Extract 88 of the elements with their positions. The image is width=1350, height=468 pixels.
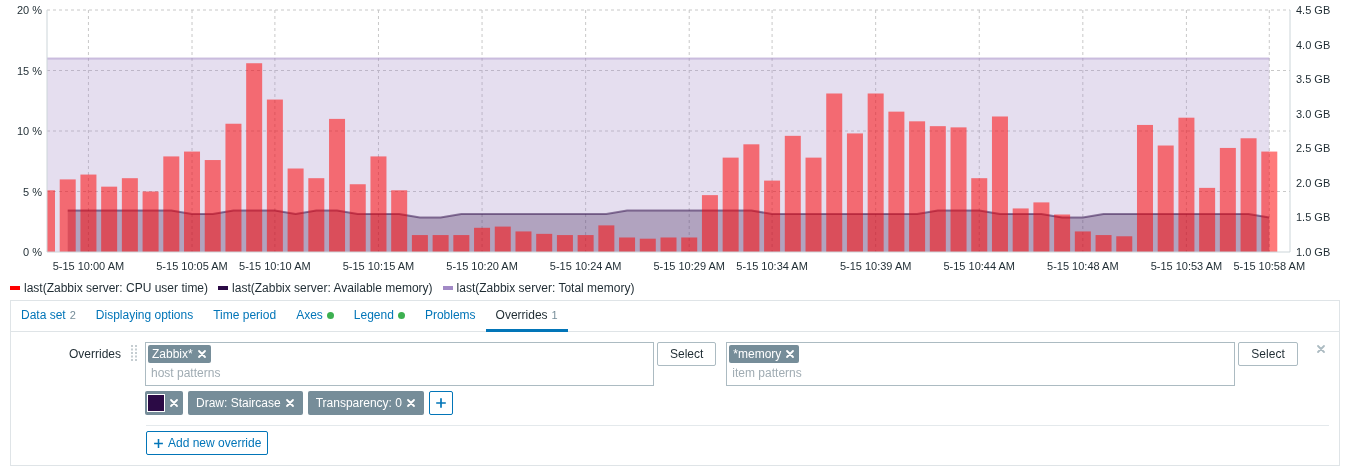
- axis-label: 5-15 10:15 AM: [342, 260, 415, 272]
- axis-label: 4.0 GB: [1296, 38, 1331, 51]
- axis-label: 3.5 GB: [1296, 73, 1331, 86]
- chart-bar: [1095, 235, 1112, 252]
- axis-label: 2.5 GB: [1296, 142, 1331, 155]
- chart-bar: [474, 227, 491, 252]
- drag-handle-icon[interactable]: [131, 345, 137, 362]
- axis-label: 1.0 GB: [1296, 246, 1331, 258]
- chart-bar: [47, 190, 55, 252]
- field-label: Overrides: [68, 346, 121, 363]
- pattern-field[interactable]: *memory item patterns: [726, 342, 1236, 386]
- chart-bar: [764, 180, 781, 252]
- plus-icon: [153, 437, 164, 449]
- remove-icon: [284, 398, 295, 408]
- tag-chip: Zabbix*: [148, 345, 211, 363]
- option-chip[interactable]: Draw: Staircase: [188, 391, 303, 415]
- add-option-button[interactable]: [428, 391, 453, 415]
- axis-label: 5-15 10:48 AM: [1047, 260, 1119, 272]
- axis-label: 5-15 10:39 AM: [839, 260, 912, 272]
- axis-label: 10 %: [16, 125, 42, 137]
- axis-label: 4.5 GB: [1296, 4, 1331, 16]
- chart-bar: [681, 237, 698, 252]
- chart-bar: [142, 191, 159, 252]
- axis-label: 5-15 10:05 AM: [156, 260, 228, 272]
- legend-label: last(Zabbix server: Available memory): [232, 280, 433, 297]
- axis-label: 2.0 GB: [1296, 176, 1331, 189]
- pattern-field[interactable]: Zabbix* host patterns: [145, 342, 654, 386]
- axis-label: 5-15 10:34 AM: [736, 260, 808, 272]
- tab[interactable]: Axes: [286, 301, 344, 332]
- axis-label: 5-15 10:58 AM: [1233, 260, 1306, 272]
- axis-label: 3.0 GB: [1296, 107, 1331, 120]
- select-button[interactable]: Select: [1238, 342, 1298, 366]
- chart-bar: [639, 238, 656, 252]
- chart-bar: [432, 235, 449, 252]
- axis-label: 5-15 10:00 AM: [52, 260, 125, 272]
- chart-bar: [1012, 208, 1029, 252]
- remove-icon: [169, 398, 179, 408]
- option-chip[interactable]: Transparency: 0: [307, 391, 424, 415]
- chart-bar: [391, 190, 408, 252]
- chart-bar: [619, 237, 636, 252]
- chart-bar: [349, 184, 366, 252]
- axis-label: 5-15 10:44 AM: [943, 260, 1016, 272]
- axis-label: 5-15 10:24 AM: [549, 260, 622, 272]
- tab[interactable]: Data set 2: [11, 301, 86, 332]
- remove-icon: [196, 349, 207, 359]
- chart-bar: [1199, 187, 1216, 252]
- color-option[interactable]: [145, 391, 183, 415]
- close-icon: [1315, 344, 1326, 354]
- chart-bar: [536, 233, 553, 252]
- tag-chip: *memory: [729, 345, 800, 363]
- chart-bar: [453, 235, 470, 252]
- chart-bar: [1054, 214, 1071, 252]
- axis-label: 5-15 10:29 AM: [653, 260, 725, 272]
- tab[interactable]: Legend: [343, 301, 415, 332]
- legend-label: last(Zabbix server: CPU user time): [24, 280, 209, 297]
- axis-label: 15 %: [16, 64, 42, 77]
- chart-bar: [556, 235, 573, 252]
- chart-bar: [411, 235, 428, 252]
- legend-label: last(Zabbix server: Total memory): [456, 280, 635, 297]
- axis-label: 5-15 10:10 AM: [239, 260, 311, 272]
- chart-bar: [494, 226, 511, 252]
- chart-bar: [1074, 231, 1091, 252]
- chart-bar: [660, 237, 677, 252]
- axis-label: 20 %: [16, 4, 42, 16]
- chart-bar: [598, 225, 615, 252]
- tab[interactable]: Time period: [203, 301, 287, 332]
- select-button[interactable]: Select: [657, 342, 717, 366]
- chart-bar: [1116, 236, 1133, 252]
- chart-bar: [515, 231, 532, 252]
- axis-label: 5-15 10:53 AM: [1150, 260, 1223, 272]
- tab[interactable]: Problems: [414, 301, 486, 332]
- tab[interactable]: Displaying options: [85, 301, 204, 332]
- pattern-input[interactable]: host patterns: [148, 363, 651, 383]
- tab[interactable]: Overrides 1: [485, 301, 568, 332]
- remove-icon: [405, 398, 416, 408]
- plus-icon: [434, 397, 447, 409]
- chart-bar: [1033, 202, 1050, 252]
- chart-bar: [577, 235, 594, 252]
- axis-label: 0 %: [23, 246, 42, 258]
- axis-label: 1.5 GB: [1296, 211, 1331, 224]
- add-override-button[interactable]: Add new override: [146, 431, 269, 455]
- chart-bar: [101, 186, 118, 252]
- axis-label: 5-15 10:20 AM: [446, 260, 518, 272]
- remove-icon: [785, 349, 796, 359]
- axis-label: 5 %: [23, 185, 42, 198]
- chart-bar: [701, 195, 718, 252]
- color-swatch[interactable]: [147, 394, 165, 412]
- pattern-input[interactable]: item patterns: [729, 363, 1233, 383]
